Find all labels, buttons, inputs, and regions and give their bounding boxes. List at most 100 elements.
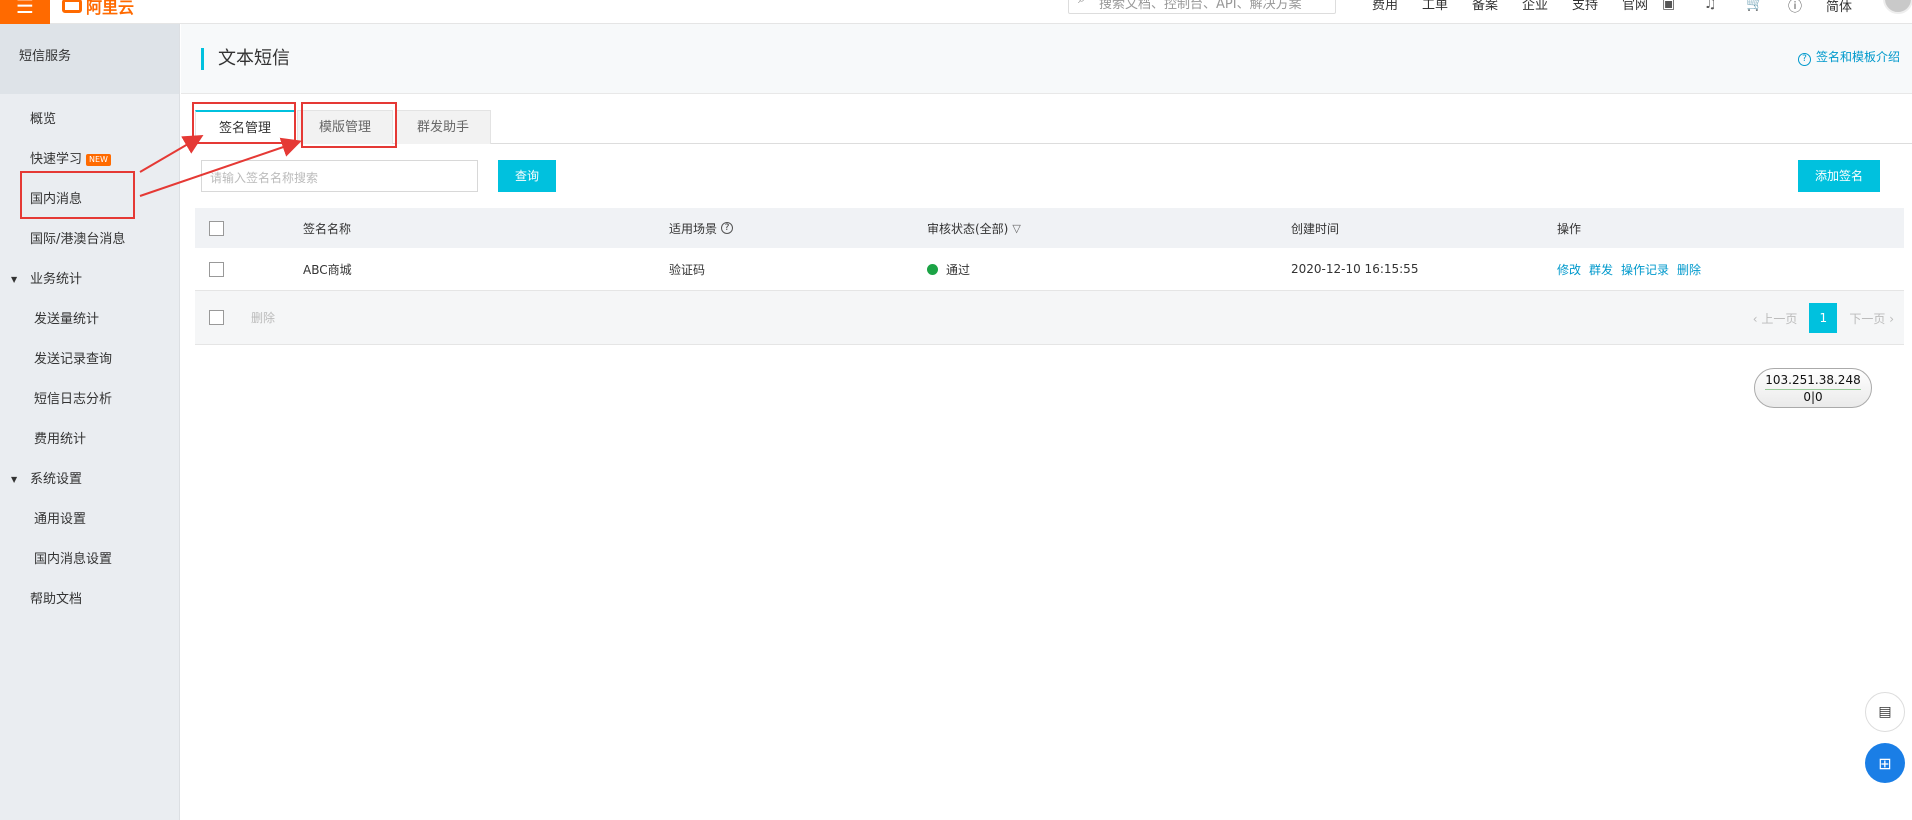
language-switch[interactable]: 简体	[1826, 0, 1852, 15]
sidebar-item-cost-stats[interactable]: 费用统计	[0, 420, 179, 460]
search-icon: ⌕	[1078, 0, 1085, 7]
table-footer: 删除 ‹ 上一页 1 下一页 ›	[195, 291, 1904, 345]
sidebar-item-log-analysis[interactable]: 短信日志分析	[0, 380, 179, 420]
ip-counter-left: 0	[1803, 390, 1811, 404]
apps-grid-icon[interactable]: ⊞	[1865, 743, 1905, 783]
question-icon: ?	[1797, 53, 1811, 66]
footer-select-all-checkbox[interactable]	[209, 310, 224, 325]
tab-bulk-assistant[interactable]: 群发助手	[395, 110, 491, 144]
row-created-time: 2020-12-10 16:15:55	[1291, 262, 1419, 276]
global-search-input[interactable]: ⌕ 搜索文档、控制台、API、解决方案	[1068, 0, 1336, 14]
sidebar-title: 短信服务	[0, 24, 179, 94]
global-search-placeholder: 搜索文档、控制台、API、解决方案	[1099, 0, 1302, 12]
top-nav-icp[interactable]: 备案	[1460, 0, 1510, 13]
col-header-created: 创建时间	[1291, 221, 1340, 236]
sidebar-item-general-settings[interactable]: 通用设置	[0, 500, 179, 540]
brand-logo[interactable]: 阿里云	[62, 0, 134, 18]
sidebar-item-label: 快速学习	[30, 152, 83, 167]
col-header-scene: 适用场景?	[669, 208, 734, 248]
top-nav-website[interactable]: 官网	[1610, 0, 1660, 13]
col-header-status-label: 审核状态(全部)	[927, 221, 1009, 236]
pagination: ‹ 上一页 1 下一页 ›	[1753, 303, 1894, 333]
operation-log-link[interactable]: 操作记录	[1621, 261, 1669, 278]
help-icon[interactable]: ⓘ	[1788, 0, 1802, 16]
intro-link-label: 签名和模板介绍	[1815, 50, 1900, 64]
top-nav-billing[interactable]: 费用	[1360, 0, 1410, 13]
sidebar-item-international[interactable]: 国际/港澳台消息	[0, 220, 179, 260]
annotation-box-template-tab	[301, 102, 397, 148]
sidebar-item-overview[interactable]: 概览	[0, 100, 179, 140]
next-page-label: 下一页	[1849, 311, 1886, 326]
chevron-right-icon: ›	[1885, 311, 1894, 326]
sidebar-group-label: 系统设置	[30, 472, 83, 487]
edit-link[interactable]: 修改	[1557, 261, 1581, 278]
avatar[interactable]	[1883, 0, 1912, 14]
row-scene: 验证码	[669, 262, 706, 277]
top-nav-tickets[interactable]: 工单	[1410, 0, 1460, 13]
ip-status-widget[interactable]: 103.251.38.248 0|0	[1754, 368, 1872, 408]
signature-search-input[interactable]: 请输入签名名称搜索	[201, 160, 478, 192]
caret-down-icon: ▼	[11, 275, 18, 284]
main-content: 文本短信 ? 签名和模板介绍 签名管理 模版管理 群发助手 请输入签名名称搜索 查…	[181, 24, 1912, 820]
screen-icon[interactable]: ▣	[1662, 0, 1675, 12]
table-header: 签名名称 适用场景? 审核状态(全部) ▽ 创建时间 操作	[195, 208, 1904, 248]
page-title: 文本短信	[201, 48, 290, 70]
sidebar-item-label: 帮助文档	[30, 592, 83, 607]
table-row: ABC商城 验证码 通过 2020-12-10 16:15:55 修改 群发 操…	[195, 248, 1904, 291]
menu-icon[interactable]: ☰	[0, 0, 50, 24]
bulk-send-link[interactable]: 群发	[1589, 261, 1613, 278]
row-status: 通过	[927, 248, 970, 290]
sidebar-group-system-settings[interactable]: ▼ 系统设置	[0, 460, 179, 500]
ip-address: 103.251.38.248	[1765, 373, 1861, 387]
delete-link[interactable]: 删除	[1677, 261, 1701, 278]
sidebar-item-label: 国内消息设置	[34, 552, 113, 567]
row-operations: 修改 群发 操作记录 删除	[1557, 248, 1709, 290]
logo-mark-icon	[62, 0, 82, 13]
add-signature-button[interactable]: 添加签名	[1798, 160, 1880, 192]
sidebar-item-help-docs[interactable]: 帮助文档	[0, 580, 179, 620]
sidebar-group-label: 业务统计	[30, 272, 83, 287]
sidebar-group-business-stats[interactable]: ▼ 业务统计	[0, 260, 179, 300]
row-checkbox[interactable]	[209, 261, 224, 277]
sidebar-item-label: 发送记录查询	[34, 352, 113, 367]
annotation-box-domestic	[20, 171, 135, 219]
ip-counter-right: 0	[1815, 390, 1823, 404]
query-button[interactable]: 查询	[498, 160, 556, 192]
top-nav-links: 费用 工单 备案 企业 支持 官网	[1360, 0, 1660, 13]
chat-icon[interactable]: ▤	[1865, 692, 1905, 732]
top-nav-support[interactable]: 支持	[1560, 0, 1610, 13]
bell-icon[interactable]: ♫	[1704, 0, 1717, 12]
signature-table: 签名名称 适用场景? 审核状态(全部) ▽ 创建时间 操作 ABC商城 验证码 通…	[195, 208, 1904, 345]
row-status-label: 通过	[946, 262, 971, 277]
col-header-scene-label: 适用场景	[669, 221, 718, 236]
logo-text: 阿里云	[86, 0, 135, 17]
new-badge: NEW	[86, 153, 111, 166]
sidebar-item-label: 通用设置	[34, 512, 87, 527]
row-signature-name: ABC商城	[303, 262, 352, 277]
cart-icon[interactable]: 🛒	[1746, 0, 1763, 12]
status-ok-dot-icon	[927, 263, 938, 275]
sidebar-item-domestic-settings[interactable]: 国内消息设置	[0, 540, 179, 580]
prev-page-label: 上一页	[1761, 311, 1798, 326]
top-nav-enterprise[interactable]: 企业	[1510, 0, 1560, 13]
batch-delete-button[interactable]: 删除	[251, 309, 275, 326]
scene-help-icon[interactable]: ?	[721, 222, 734, 234]
caret-down-icon: ▼	[11, 475, 18, 484]
top-navigation-bar: ☰ 阿里云 ⌕ 搜索文档、控制台、API、解决方案 费用 工单 备案 企业 支持…	[0, 0, 1912, 24]
col-header-ops: 操作	[1557, 221, 1582, 236]
col-header-name: 签名名称	[303, 221, 352, 236]
sidebar-item-label: 费用统计	[34, 432, 87, 447]
sidebar-item-label: 国际/港澳台消息	[30, 232, 126, 247]
tab-bar: 签名管理 模版管理 群发助手	[195, 110, 1912, 145]
select-all-checkbox[interactable]	[209, 220, 224, 236]
page-number-current[interactable]: 1	[1809, 303, 1838, 333]
next-page-button[interactable]: 下一页 ›	[1849, 310, 1894, 327]
filter-icon[interactable]: ▽	[1012, 222, 1020, 235]
prev-page-button[interactable]: ‹ 上一页	[1753, 310, 1798, 327]
ip-counters: 0|0	[1803, 390, 1823, 404]
sidebar-item-send-stats[interactable]: 发送量统计	[0, 300, 179, 340]
sidebar-item-send-records[interactable]: 发送记录查询	[0, 340, 179, 380]
sidebar-item-label: 发送量统计	[34, 312, 100, 327]
page-header: 文本短信 ? 签名和模板介绍	[181, 24, 1912, 94]
signature-template-intro-link[interactable]: ? 签名和模板介绍	[1797, 48, 1900, 66]
